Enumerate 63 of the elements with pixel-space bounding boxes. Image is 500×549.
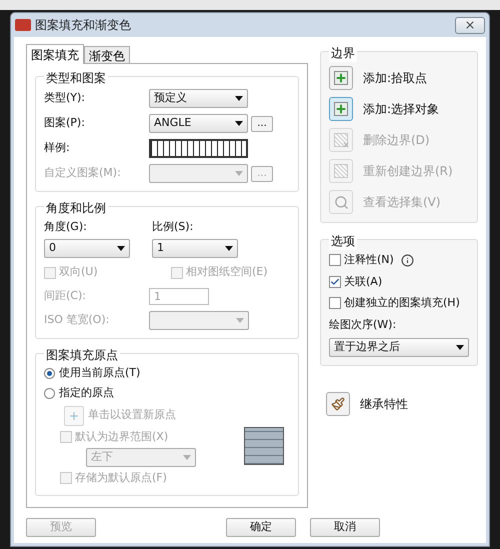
tab[interactable]: 图案填充 [26, 44, 84, 64]
field-label: 图案(P): [44, 115, 86, 132]
field-label: 角度(G): [44, 219, 88, 235]
checkbox[interactable] [329, 276, 341, 288]
checkbox-label: 关联(A) [344, 274, 382, 290]
window-title: 图案填充和渐变色 [35, 17, 131, 34]
close-icon [464, 19, 476, 31]
caret-icon [117, 246, 125, 250]
dropdown[interactable] [149, 164, 248, 183]
checkbox[interactable] [329, 254, 341, 266]
dropdown[interactable]: 预定义 [149, 89, 248, 108]
boundary-action[interactable]: 添加:拾取点 [363, 69, 428, 87]
caret-icon [235, 96, 243, 101]
magnifier-icon [329, 190, 353, 214]
field-label: ISO 笔宽(O): [44, 312, 110, 328]
boundary-action[interactable]: 添加:选择对象 [363, 100, 440, 118]
field-label: 样例: [44, 140, 71, 156]
radio-label: 指定的原点 [59, 385, 114, 402]
caret-icon [183, 455, 191, 460]
dropdown[interactable]: 0 [44, 238, 130, 258]
field-label: 类型(Y): [44, 90, 86, 106]
field-label: 间距(C): [44, 288, 87, 304]
inherit-properties-action[interactable]: 继承特性 [360, 395, 408, 413]
radio-label: 使用当前原点(T) [59, 365, 140, 382]
brush-icon [326, 392, 350, 416]
plus-square-icon [329, 97, 353, 121]
group-title: 类型和图案 [44, 69, 108, 87]
field-label: 自定义图案(M): [44, 165, 122, 182]
hatch-cross-icon [329, 128, 353, 152]
checkbox-label: 双向(U) [59, 264, 98, 280]
footer-button[interactable]: 取消 [310, 518, 380, 537]
app-logo-icon [15, 19, 31, 31]
hatch-square-icon [329, 159, 353, 183]
caret-icon [235, 171, 243, 176]
plus-square-icon [329, 66, 353, 90]
group-title: 角度和比例 [44, 199, 108, 217]
checkbox-label: 存储为默认原点(F) [75, 470, 167, 486]
checkbox-label: 注释性(N) [344, 252, 394, 268]
info-icon[interactable] [400, 254, 414, 267]
close-button[interactable] [455, 16, 485, 34]
dropdown[interactable]: 1 [152, 238, 238, 258]
field-label: 绘图次序(W): [329, 316, 398, 332]
browse-button[interactable]: ... [251, 116, 273, 132]
checkbox-label: 相对图纸空间(E) [186, 264, 268, 280]
radio-button[interactable] [44, 368, 55, 379]
caret-icon [456, 345, 464, 350]
checkbox[interactable] [329, 297, 341, 310]
group-title: 图案填充原点 [44, 346, 120, 364]
radio-button[interactable] [44, 388, 55, 399]
group-title: 边界 [329, 44, 357, 62]
caret-icon [236, 318, 244, 322]
tab[interactable]: 渐变色 [84, 46, 130, 63]
field-label: 比例(S): [152, 219, 194, 235]
dropdown[interactable]: ANGLE [149, 114, 248, 133]
checkbox-label: 默认为边界范围(X) [75, 428, 168, 444]
checkbox-label: 创建独立的图案填充(H) [344, 295, 460, 311]
group-title: 选项 [329, 232, 357, 250]
footer-button[interactable]: 确定 [226, 518, 296, 537]
caret-icon [235, 121, 243, 126]
dropdown[interactable]: 置于边界之后 [329, 338, 469, 357]
set-origin-label: 单击以设置新原点 [88, 407, 176, 424]
brick-pattern-preview [244, 427, 284, 465]
caret-icon [225, 246, 233, 250]
